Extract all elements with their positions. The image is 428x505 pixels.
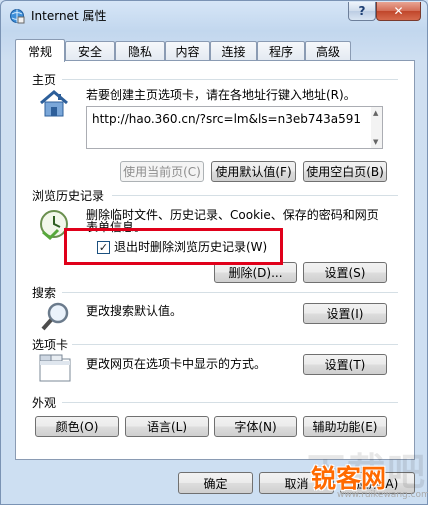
- home-description: 若要创建主页选项卡，请在各地址行键入地址(R)。: [86, 88, 356, 102]
- history-section-title: 浏览历史记录: [32, 189, 105, 203]
- history-separator: [112, 195, 398, 196]
- search-settings-button[interactable]: 设置(I): [303, 303, 387, 324]
- home-section-title: 主页: [32, 73, 57, 87]
- use-default-button[interactable]: 使用默认值(F): [211, 161, 296, 182]
- tab-connections[interactable]: 连接: [210, 41, 257, 61]
- home-icon: [40, 90, 68, 117]
- scroll-down-icon[interactable]: ▼: [373, 138, 378, 146]
- use-current-button[interactable]: 使用当前页(C): [120, 161, 204, 182]
- scroll-up-icon[interactable]: ▲: [373, 109, 378, 117]
- delete-history-button[interactable]: 删除(D)...: [214, 262, 297, 283]
- search-icon: [41, 302, 69, 331]
- internet-options-window: Internet 属性 ? ✕ 常规 安全 隐私 内容 连接 程序 高级 主页 …: [0, 0, 428, 505]
- tabs-separator: [72, 344, 398, 345]
- search-separator: [62, 292, 398, 293]
- search-section-title: 搜索: [32, 286, 57, 300]
- tab-privacy[interactable]: 隐私: [115, 41, 165, 61]
- use-blank-button[interactable]: 使用空白页(B): [303, 161, 387, 182]
- ok-button[interactable]: 确定: [178, 472, 253, 494]
- tabs-section-title: 选项卡: [32, 338, 69, 352]
- colors-button[interactable]: 颜色(O): [35, 416, 119, 437]
- window-title: Internet 属性: [31, 9, 107, 23]
- tab-security[interactable]: 安全: [65, 41, 115, 61]
- accessibility-button[interactable]: 辅助功能(E): [303, 416, 387, 437]
- appearance-section-title: 外观: [32, 396, 57, 410]
- tabs-icon: [39, 354, 71, 382]
- tab-content[interactable]: 内容: [165, 41, 210, 61]
- homepage-scrollbar[interactable]: ▲ ▼: [371, 107, 382, 148]
- close-button[interactable]: ✕: [376, 2, 421, 21]
- help-button[interactable]: ?: [348, 2, 376, 21]
- title-bar: Internet 属性 ? ✕: [1, 1, 427, 31]
- homepage-textbox[interactable]: http://hao.360.cn/?src=lm&ls=n3eb743a591…: [86, 106, 383, 149]
- red-highlight-box: [64, 228, 283, 265]
- tabs-description: 更改网页在选项卡中显示的方式。: [86, 357, 267, 371]
- history-settings-button[interactable]: 设置(S): [303, 262, 387, 283]
- fonts-button[interactable]: 字体(N): [214, 416, 297, 437]
- watermark-url: www.ruikewang.com: [337, 490, 428, 500]
- tabs-settings-button[interactable]: 设置(T): [303, 354, 387, 375]
- search-description: 更改搜索默认值。: [86, 304, 183, 318]
- appearance-separator: [62, 402, 398, 403]
- internet-options-icon: [10, 9, 25, 24]
- home-separator: [62, 79, 398, 80]
- languages-button[interactable]: 语言(L): [125, 416, 209, 437]
- homepage-url: http://hao.360.cn/?src=lm&ls=n3eb743a591: [92, 112, 361, 126]
- tab-programs[interactable]: 程序: [257, 41, 305, 61]
- tab-advanced[interactable]: 高级: [305, 41, 351, 61]
- tab-general[interactable]: 常规: [15, 39, 65, 62]
